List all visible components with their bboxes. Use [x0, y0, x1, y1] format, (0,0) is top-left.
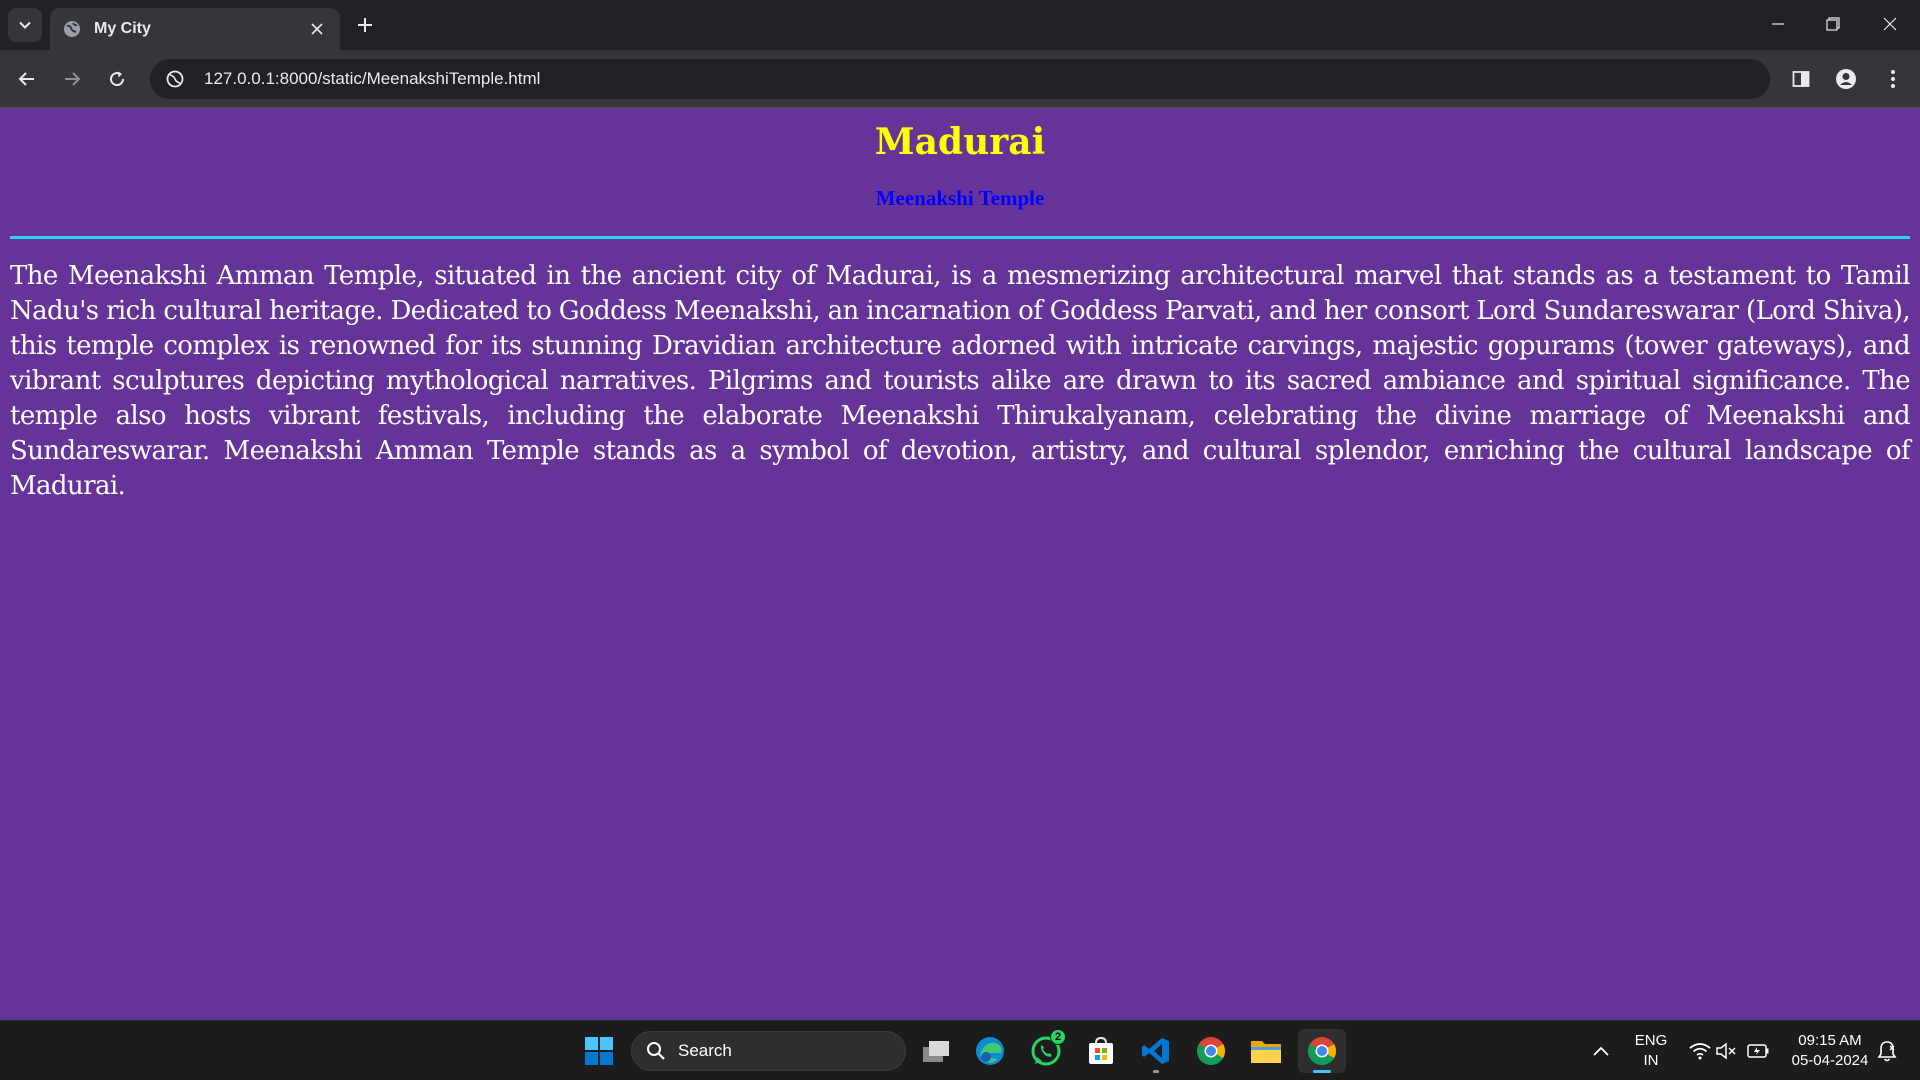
- tab-strip: My City: [0, 0, 1920, 50]
- chrome-app-active[interactable]: [1298, 1029, 1346, 1073]
- clock[interactable]: 09:15 AM 05-04-2024: [1782, 1031, 1878, 1071]
- reload-button[interactable]: [100, 62, 134, 96]
- side-panel-button[interactable]: [1784, 62, 1818, 96]
- clock-date: 05-04-2024: [1791, 1052, 1869, 1069]
- edge-icon: [976, 1037, 1004, 1065]
- site-info-icon[interactable]: [164, 68, 186, 90]
- profile-button[interactable]: [1829, 62, 1863, 96]
- region-code: IN: [1643, 1052, 1659, 1069]
- active-indicator: [1313, 1070, 1331, 1073]
- battery-icon: [1747, 1044, 1769, 1058]
- page-heading: Madurai: [874, 121, 1046, 163]
- chrome-icon: [1197, 1037, 1225, 1065]
- file-explorer-app[interactable]: [1244, 1029, 1288, 1073]
- forward-arrow-icon: [65, 72, 81, 86]
- back-button[interactable]: [10, 62, 44, 96]
- search-label: Search: [678, 1041, 732, 1060]
- forward-button[interactable]: [55, 62, 89, 96]
- whatsapp-app[interactable]: 2: [1024, 1029, 1068, 1073]
- browser-tab[interactable]: My City: [50, 8, 340, 50]
- clock-time: 09:15 AM: [1798, 1032, 1862, 1049]
- tab-title: My City: [94, 20, 151, 37]
- close-icon[interactable]: [306, 18, 328, 40]
- back-arrow-icon: [18, 72, 34, 86]
- restore-icon: [1826, 17, 1840, 31]
- taskbar-search[interactable]: Search: [631, 1031, 906, 1071]
- chrome-icon: [1308, 1037, 1336, 1065]
- chevron-up-icon: [1593, 1046, 1609, 1056]
- page-subheading: Meenakshi Temple: [875, 186, 1045, 211]
- vscode-icon: [1142, 1038, 1169, 1064]
- task-view-icon: [923, 1041, 949, 1062]
- address-bar[interactable]: 127.0.0.1:8000/static/MeenakshiTemple.ht…: [150, 59, 1770, 99]
- tab-search-button[interactable]: [8, 8, 42, 42]
- horizontal-rule: [10, 236, 1910, 240]
- url-text: 127.0.0.1:8000/static/MeenakshiTemple.ht…: [204, 69, 541, 88]
- plus-icon: [358, 18, 372, 32]
- speaker-muted-icon: [1716, 1042, 1736, 1060]
- tab-search-icon: [19, 21, 31, 29]
- taskbar: Search 2 ENG IN 09:15 AM 05-04-2024: [0, 1020, 1920, 1080]
- vscode-app[interactable]: [1134, 1029, 1178, 1073]
- search-icon: [647, 1042, 665, 1060]
- close-icon: [1883, 17, 1897, 31]
- new-tab-button[interactable]: [350, 10, 380, 40]
- show-hidden-icons-button[interactable]: [1581, 1029, 1621, 1073]
- close-window-button[interactable]: [1868, 6, 1912, 42]
- menu-button[interactable]: [1876, 62, 1910, 96]
- language-code: ENG: [1634, 1032, 1668, 1049]
- start-button[interactable]: [577, 1029, 621, 1073]
- volume-status[interactable]: [1714, 1029, 1740, 1073]
- chrome-app[interactable]: [1189, 1029, 1233, 1073]
- running-indicator: [1153, 1070, 1159, 1073]
- profile-icon: [1836, 69, 1856, 89]
- side-panel-icon: [1792, 71, 1810, 87]
- globe-icon: [62, 19, 82, 39]
- description-paragraph: The Meenakshi Amman Temple, situated in …: [10, 261, 1911, 502]
- store-icon: [1089, 1036, 1113, 1064]
- language-indicator[interactable]: ENG IN: [1628, 1031, 1674, 1071]
- browser-toolbar: 127.0.0.1:8000/static/MeenakshiTemple.ht…: [0, 50, 1920, 108]
- file-explorer-icon: [1251, 1041, 1281, 1063]
- wifi-icon: [1689, 1043, 1711, 1060]
- notification-icon: [1877, 1041, 1897, 1062]
- restore-button[interactable]: [1811, 6, 1855, 42]
- battery-status[interactable]: [1744, 1029, 1772, 1073]
- more-vert-icon: [1891, 70, 1895, 88]
- windows-start-icon: [585, 1037, 613, 1065]
- task-view-button[interactable]: [914, 1029, 958, 1073]
- store-app[interactable]: [1079, 1029, 1123, 1073]
- page-content: Madurai Meenakshi Temple The Meenakshi A…: [0, 108, 1920, 1020]
- edge-app[interactable]: [968, 1029, 1012, 1073]
- minimize-icon: [1772, 23, 1784, 25]
- notification-center-button[interactable]: [1874, 1029, 1900, 1073]
- wifi-status[interactable]: [1686, 1029, 1714, 1073]
- notification-badge: 2: [1050, 1029, 1066, 1045]
- reload-icon: [110, 71, 125, 87]
- minimize-button[interactable]: [1756, 6, 1800, 42]
